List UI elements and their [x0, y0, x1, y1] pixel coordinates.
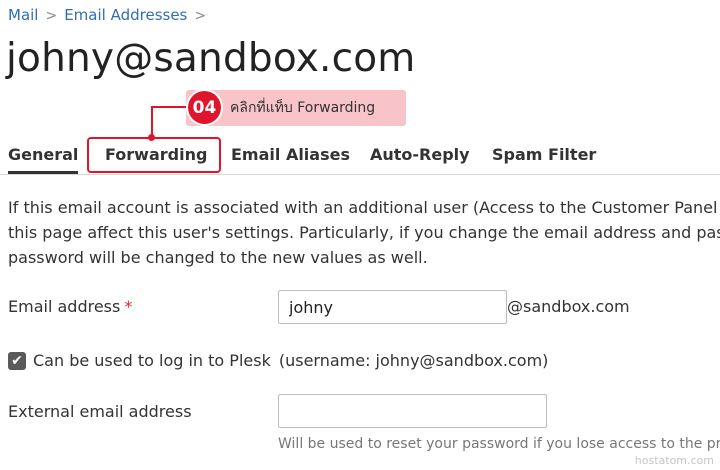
- email-address-input[interactable]: [278, 290, 507, 324]
- step-number-badge: 04: [188, 91, 221, 124]
- tab-forwarding-highlight-box: [87, 137, 221, 173]
- intro-description: If this email account is associated with…: [8, 198, 720, 267]
- login-username-hint: (username: johny@sandbox.com): [278, 351, 549, 370]
- instruction-callout-text: คลิกที่แท็บ Forwarding: [230, 100, 376, 116]
- breadcrumb-link-mail[interactable]: Mail: [8, 6, 38, 24]
- login-to-plesk-checkbox[interactable]: ✔: [8, 352, 26, 370]
- callout-connector-horizontal: [151, 106, 188, 108]
- tab-spam-filter[interactable]: Spam Filter: [492, 137, 596, 173]
- breadcrumb-link-email-addresses[interactable]: Email Addresses: [64, 6, 187, 24]
- external-email-help-text: Will be used to reset your password if y…: [278, 436, 720, 452]
- breadcrumb: Mail > Email Addresses >: [8, 6, 213, 24]
- chevron-right-icon: >: [45, 8, 58, 24]
- external-email-input[interactable]: [278, 394, 547, 428]
- watermark: hostatom.com: [634, 454, 714, 467]
- checkmark-icon: ✔: [11, 353, 23, 369]
- external-email-label: External email address: [8, 402, 192, 421]
- login-to-plesk-label: Can be used to log in to Plesk (username:…: [33, 351, 548, 370]
- tab-general[interactable]: General: [8, 137, 79, 174]
- email-address-label-text: Email address: [8, 297, 121, 316]
- tab-auto-reply[interactable]: Auto-Reply: [370, 137, 470, 173]
- login-to-plesk-label-text: Can be used to log in to Plesk: [33, 351, 271, 370]
- required-mark: *: [124, 297, 133, 316]
- email-address-label: Email address *: [8, 297, 132, 316]
- page-title: johny@sandbox.com: [6, 36, 416, 81]
- email-domain-suffix: @sandbox.com: [507, 297, 630, 316]
- tab-email-aliases[interactable]: Email Aliases: [231, 137, 350, 173]
- chevron-right-icon: >: [194, 8, 207, 24]
